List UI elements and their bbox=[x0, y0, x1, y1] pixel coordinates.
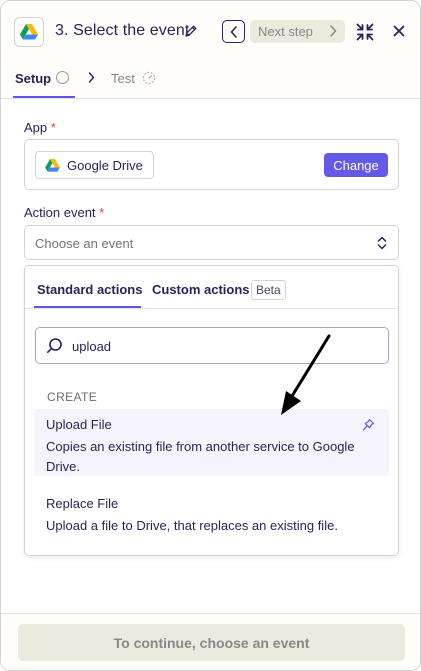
tab-standard-actions[interactable]: Standard actions bbox=[37, 282, 142, 297]
action-event-label: Action event * bbox=[24, 205, 104, 220]
previous-step-button[interactable] bbox=[222, 20, 245, 43]
action-event-select[interactable]: Choose an event bbox=[24, 225, 399, 260]
selected-app-chip: Google Drive bbox=[35, 151, 154, 179]
tab-custom-actions[interactable]: Custom actions bbox=[152, 282, 250, 297]
panel-footer: To continue, choose an event bbox=[1, 613, 420, 670]
result-title: Replace File bbox=[46, 496, 119, 511]
google-drive-icon bbox=[45, 159, 60, 172]
required-marker: * bbox=[99, 205, 105, 220]
collapse-icon[interactable] bbox=[356, 23, 374, 41]
next-step-button[interactable]: Next step bbox=[250, 20, 345, 43]
result-title: Upload File bbox=[46, 417, 112, 432]
pencil-icon[interactable] bbox=[184, 24, 198, 38]
result-description: Upload a file to Drive, that replaces an… bbox=[46, 518, 338, 533]
google-drive-icon bbox=[14, 17, 44, 47]
arrow-annotation bbox=[281, 334, 331, 415]
app-name: Google Drive bbox=[67, 157, 143, 173]
action-event-label-text: Action event bbox=[24, 205, 96, 220]
chevron-right-icon bbox=[88, 72, 95, 83]
tab-test[interactable]: Test bbox=[111, 71, 135, 86]
search-value: upload bbox=[72, 339, 112, 354]
continue-button[interactable]: To continue, choose an event bbox=[18, 624, 405, 661]
active-tab-indicator bbox=[13, 96, 75, 98]
search-icon bbox=[46, 338, 62, 353]
pin-icon[interactable] bbox=[362, 418, 375, 432]
status-circle-icon bbox=[56, 71, 69, 84]
app-label: App * bbox=[24, 120, 56, 135]
chevron-up-down-icon bbox=[377, 236, 387, 250]
panel-header: 3. Select the event Next step bbox=[1, 1, 420, 59]
app-field: Google Drive Change bbox=[24, 139, 399, 190]
close-icon[interactable] bbox=[393, 25, 405, 37]
chevron-left-icon bbox=[230, 25, 237, 38]
timer-icon bbox=[142, 71, 156, 85]
beta-badge: Beta bbox=[251, 280, 286, 300]
active-tab-indicator bbox=[34, 306, 141, 308]
search-input[interactable]: upload bbox=[35, 327, 389, 364]
change-app-button[interactable]: Change bbox=[324, 153, 388, 177]
result-description: Copies an existing file from another ser… bbox=[46, 439, 355, 474]
dropdown-tabs: Standard actions Custom actions Beta bbox=[25, 266, 398, 309]
app-label-text: App bbox=[24, 120, 48, 135]
event-dropdown: Standard actions Custom actions Beta upl… bbox=[24, 265, 399, 556]
result-upload-file[interactable]: Upload File Copies an existing file from… bbox=[34, 409, 389, 476]
step-title: 3. Select the event bbox=[55, 22, 190, 39]
result-replace-file[interactable]: Replace File Upload a file to Drive, tha… bbox=[34, 488, 389, 533]
section-label-create: CREATE bbox=[47, 390, 98, 404]
step-panel: 3. Select the event Next step Setup Test… bbox=[0, 0, 421, 671]
select-placeholder: Choose an event bbox=[35, 236, 134, 251]
tab-setup[interactable]: Setup bbox=[15, 71, 51, 86]
chevron-right-icon bbox=[330, 25, 337, 37]
step-tabs: Setup Test bbox=[1, 59, 420, 99]
required-marker: * bbox=[50, 120, 56, 135]
next-step-label: Next step bbox=[258, 24, 313, 39]
